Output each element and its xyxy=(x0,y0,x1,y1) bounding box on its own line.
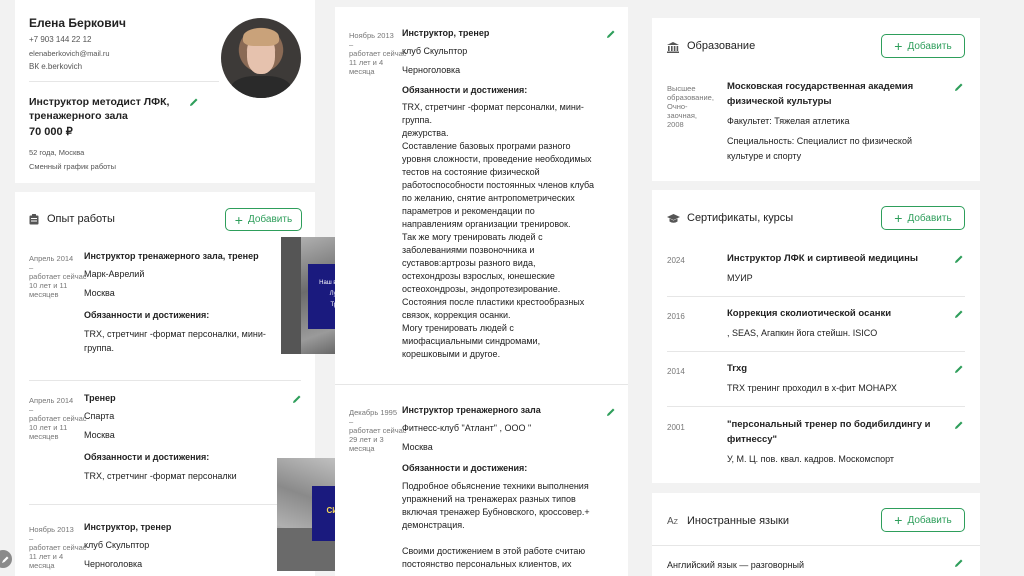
translate-icon: AZ xyxy=(667,516,678,527)
profile-position-line2: тренажерного зала xyxy=(29,110,128,122)
avatar[interactable] xyxy=(221,18,301,98)
exp3-company: клуб Скульптор xyxy=(84,540,150,550)
exp2-position: Тренер xyxy=(84,393,116,403)
job2-city: Москва xyxy=(402,442,433,452)
edit-job2-icon[interactable] xyxy=(606,407,616,417)
experience-detail-card: Ноябрь 2013 – работает сейчас 11 лет и 4… xyxy=(335,7,628,576)
avatar-shoulders xyxy=(231,76,291,98)
profile-phone[interactable]: +7 903 144 22 12 xyxy=(29,35,92,45)
add-education-button[interactable]: + Добавить xyxy=(881,34,965,58)
education-faculty: Факультет: Тяжелая атлетика xyxy=(727,116,850,126)
job1-duties-title: Обязанности и достижения: xyxy=(402,85,528,95)
certificates-card: Сертификаты, курсы + Добавить 2024 Инстру… xyxy=(652,190,980,483)
education-specialty: Специальность: Специалист по физической xyxy=(727,136,912,146)
exp2-duties-title: Обязанности и достижения: xyxy=(84,452,210,462)
edit-fab-icon[interactable] xyxy=(0,550,12,568)
job1-position: Инструктор, тренер xyxy=(402,28,490,38)
profile-salary: 70 000 ₽ xyxy=(29,126,73,138)
exp-divider xyxy=(29,380,301,381)
profile-card: Елена Беркович +7 903 144 22 12 elenaber… xyxy=(15,0,315,183)
exp3-city: Черноголовка xyxy=(84,559,143,569)
profile-schedule: Сменный график работы xyxy=(29,162,116,171)
exp2-date: Апрель 2014 xyxy=(29,396,74,405)
edit-position-icon[interactable] xyxy=(189,97,199,107)
languages-title: Иностранные языки xyxy=(687,515,789,527)
certificates-title: Сертификаты, курсы xyxy=(687,212,794,224)
edit-certificate-icon[interactable] xyxy=(954,309,964,319)
job2-duties: Подробное обьяснение техники выполнения … xyxy=(402,481,590,569)
exp2-city: Москва xyxy=(84,430,115,440)
job2-duties-title: Обязанности и достижения: xyxy=(402,463,528,473)
certificate-icon xyxy=(667,212,680,230)
exp1-company: Марк-Аврелий xyxy=(84,269,145,279)
plus-icon: + xyxy=(894,210,903,226)
plus-icon: + xyxy=(894,512,903,528)
profile-email[interactable]: elenaberkovich@mail.ru xyxy=(29,49,110,59)
profile-position-line1: Инструктор методист ЛФК, xyxy=(29,96,170,108)
education-title: Образование xyxy=(687,40,756,52)
edit-exp2-icon[interactable] xyxy=(292,394,302,404)
exp3-position: Инструктор, тренер xyxy=(84,522,172,532)
job1-duties: TRX, стретчинг -формат персоналки, мини-… xyxy=(402,102,595,359)
certificate-name: Инструктор ЛФК и сиртивеой медицины xyxy=(727,253,918,264)
experience-icon xyxy=(29,212,39,225)
exp1-position: Инструктор тренажерного зала, тренер xyxy=(84,251,259,261)
job1-company: клуб Скульптор xyxy=(402,46,468,56)
education-school: Московская государственная академия xyxy=(727,81,914,92)
edit-education-icon[interactable] xyxy=(954,82,964,92)
profile-divider xyxy=(29,81,219,82)
education-icon xyxy=(667,40,679,58)
add-certificate-button[interactable]: + Добавить xyxy=(881,206,965,230)
plus-icon: + xyxy=(894,38,903,54)
avatar-hair xyxy=(243,28,279,46)
exp2-company: Спарта xyxy=(84,411,115,421)
edit-certificate-icon[interactable] xyxy=(954,254,964,264)
experience-title: Опыт работы xyxy=(47,213,115,225)
job2-position: Инструктор тренажерного зала xyxy=(402,405,541,415)
profile-vk[interactable]: ВК e.berkovich xyxy=(29,62,82,72)
language-item: Английский язык — разговорный xyxy=(667,560,805,570)
job1-city: Черноголовка xyxy=(402,65,461,75)
edit-certificate-icon[interactable] xyxy=(954,364,964,374)
add-language-button[interactable]: + Добавить xyxy=(881,508,965,532)
plus-icon: + xyxy=(234,211,243,228)
exp1-duties-title: Обязанности и достижения: xyxy=(84,310,210,320)
edit-certificate-icon[interactable] xyxy=(954,420,964,430)
education-card: Образование + Добавить Высшее образование… xyxy=(652,18,980,181)
edit-language-icon[interactable] xyxy=(954,558,964,568)
add-experience-button[interactable]: + Добавить xyxy=(225,208,302,231)
experience-card: Опыт работы + Добавить Апрель 2014 – рабо… xyxy=(15,192,315,576)
profile-age-city: 52 года, Москва xyxy=(29,148,85,157)
languages-card: AZ Иностранные языки + Добавить Английски… xyxy=(652,493,980,576)
exp1-city: Москва xyxy=(84,288,115,298)
profile-name: Елена Беркович xyxy=(29,16,126,30)
edit-job1-icon[interactable] xyxy=(606,29,616,39)
job2-company: Фитнесс-клуб "Атлант" , ООО " xyxy=(402,423,532,433)
exp3-date: Ноябрь 2013 xyxy=(29,525,74,534)
exp1-date: Апрель 2014 xyxy=(29,254,74,263)
